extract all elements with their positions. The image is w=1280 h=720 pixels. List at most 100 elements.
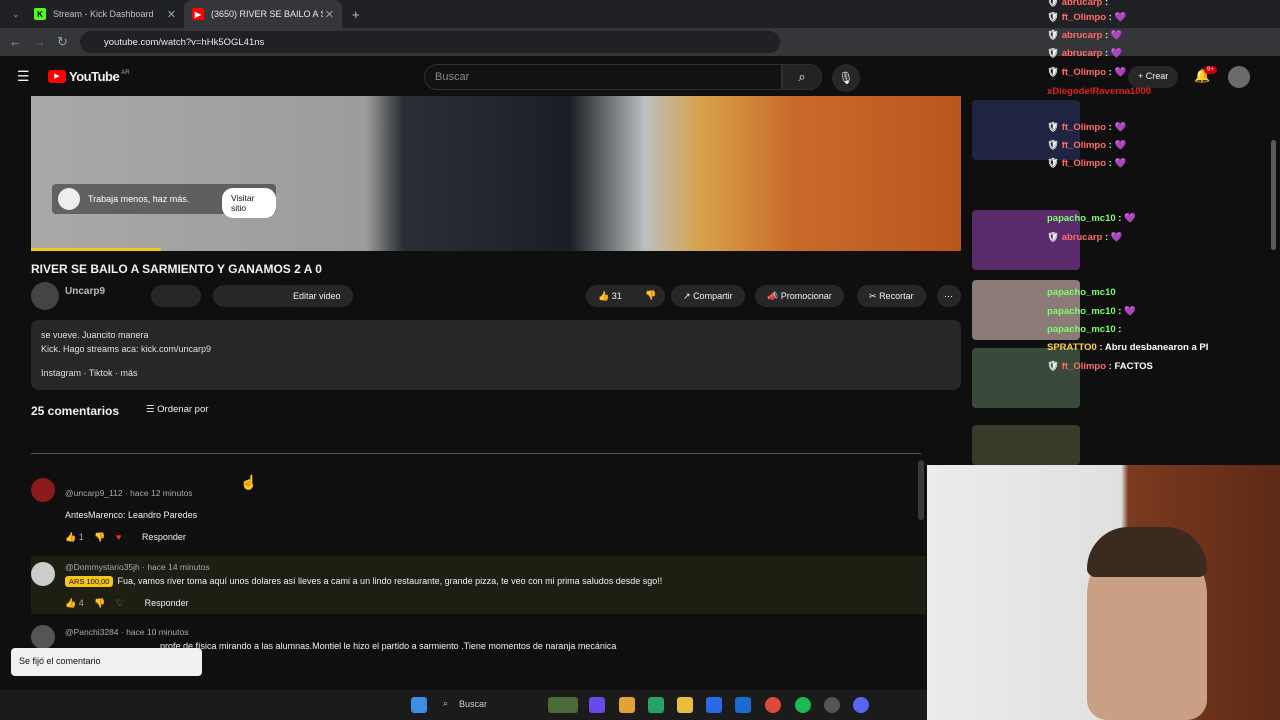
clip-button[interactable]: ✂ Recortar (857, 285, 926, 307)
super-thanks-comment: @Dommystario35jh · hace 14 minutos ARS 1… (31, 556, 926, 614)
thumbs-down-icon: 👎 (645, 290, 657, 300)
chat-message: 🛡 ft_Olimpo : 💜 (1047, 140, 1127, 151)
logo-text: YouTube (69, 69, 120, 84)
chat-username: abrucarp (1061, 48, 1103, 59)
avatar[interactable] (31, 625, 55, 649)
file-explorer-icon[interactable] (677, 697, 693, 713)
avatar[interactable] (31, 478, 55, 502)
dislike-icon[interactable]: 👎 (94, 532, 105, 542)
ad-card[interactable]: Trabaja menos, haz más. Visitar sitio (52, 184, 276, 218)
share-button[interactable]: ↗ Compartir (671, 285, 745, 307)
edit-video-button[interactable]: Editar video (281, 285, 353, 307)
sort-by-button[interactable]: ☰ Ordenar por (146, 404, 208, 415)
comments-count: 25 comentarios (31, 404, 120, 418)
forward-icon[interactable]: → (33, 34, 46, 49)
chat-username: ft_Olimpo (1061, 67, 1107, 78)
reload-icon[interactable]: ↻ (57, 34, 68, 50)
chat-username: SPRATTO0 (1047, 342, 1097, 353)
tab-label: (3650) RIVER SE BAILO A SARM (211, 9, 323, 19)
emote-icon: 💜 (1114, 122, 1127, 133)
promote-button[interactable]: 📣 Promocionar (755, 285, 844, 307)
close-icon[interactable]: ✕ (167, 8, 176, 21)
tab-list-button[interactable]: ⌄ (4, 0, 26, 28)
page-scrollbar[interactable] (1271, 140, 1276, 250)
advertiser-logo (58, 188, 80, 210)
description-line: Kick. Hago streams aca: kick.com/uncarp9 (41, 344, 212, 354)
badge-icon: 🛡 (1047, 67, 1060, 78)
spotify-icon[interactable] (795, 697, 811, 713)
super-thanks-badge: ARS 100,00 (65, 576, 114, 587)
comment-author[interactable]: @Dommystario35jh · hace 14 minutos (65, 562, 210, 572)
mic-icon: 🎙 (838, 71, 854, 85)
visit-site-button[interactable]: Visitar sitio (222, 188, 276, 218)
chat-message: papacho_mc10 (1047, 287, 1116, 298)
copilot-icon[interactable] (619, 697, 635, 713)
badge-icon: 🛡 (1047, 232, 1060, 243)
comment-author[interactable]: @Panchi3284 · hace 10 minutos (65, 627, 188, 637)
chat-username: abrucarp (1061, 232, 1103, 243)
reply-button[interactable]: Responder (145, 598, 189, 608)
windows-start-icon[interactable] (411, 697, 427, 713)
chat-text: Abru desbanearon a PI (1104, 342, 1209, 353)
search-button[interactable]: ⌕ (782, 64, 822, 90)
mic-button[interactable]: 🎙 (832, 64, 860, 92)
like-icon[interactable]: 👍 (65, 598, 76, 608)
share-label: Compartir (693, 291, 733, 301)
heart-icon[interactable]: ♡ (116, 598, 124, 608)
webcam-overlay (927, 465, 1280, 720)
tab-label: Stream - Kick Dashboard (53, 9, 154, 19)
store-icon[interactable] (706, 697, 722, 713)
tab-youtube-video[interactable]: ▶ (3650) RIVER SE BAILO A SARM ✕ (184, 0, 342, 28)
comments-scrollbar[interactable] (918, 460, 924, 520)
reply-button[interactable]: Responder (142, 532, 186, 542)
ad-progress-bar[interactable] (31, 248, 161, 251)
search-icon: ⌕ (798, 69, 806, 84)
analytics-button[interactable] (151, 285, 201, 307)
youtube-play-icon: ▶ (48, 70, 66, 83)
add-comment-input[interactable] (31, 438, 921, 454)
emote-icon: 💜 (1124, 306, 1136, 317)
description-box[interactable]: se vueve. Juancito manera Kick. Hago str… (31, 320, 961, 390)
new-tab-button[interactable]: + (344, 0, 364, 28)
dislike-button[interactable]: 👎 (637, 285, 665, 307)
comment-text: Fua, vamos river toma aquí unos dolares … (117, 576, 663, 586)
emote-icon: 💜 (1110, 48, 1123, 59)
avatar[interactable] (31, 562, 55, 586)
url-text: youtube.com/watch?v=hHk5OGL41ns (104, 37, 265, 48)
comment-author[interactable]: @uncarp9_112 · hace 12 minutos (65, 488, 193, 498)
teams-icon[interactable] (589, 697, 605, 713)
chat-message: 🛡 ft_Olimpo : FACTOS (1047, 361, 1153, 372)
comment-text: …profe de física mirando a las alumnas.M… (151, 641, 617, 651)
streamer-hair (1087, 527, 1207, 577)
close-icon[interactable]: ✕ (325, 8, 334, 21)
tab-kick-dashboard[interactable]: K Stream - Kick Dashboard ✕ (26, 0, 184, 28)
chat-username: ft_Olimpo (1061, 361, 1107, 372)
youtube-logo[interactable]: ▶ YouTube AR (48, 69, 130, 84)
menu-icon[interactable]: ☰ (17, 68, 30, 85)
badge-icon: 🛡 (1047, 140, 1060, 151)
channel-name[interactable]: Uncarp9 (65, 286, 105, 297)
emote-icon: 💜 (1124, 213, 1136, 224)
taskbar-search[interactable]: ⌕ Buscar (437, 696, 537, 714)
discord-icon[interactable] (853, 697, 869, 713)
chat-message: 🛡 abrucarp : 💜 (1047, 48, 1123, 59)
obs-icon[interactable] (824, 697, 840, 713)
sort-label: Ordenar por (157, 404, 209, 415)
search-input[interactable]: Buscar (424, 64, 782, 90)
widget-icon[interactable] (548, 697, 578, 713)
outlook-icon[interactable] (735, 697, 751, 713)
chat-message: SPRATTO0 : Abru desbanearon a PI (1047, 342, 1209, 353)
comment-actions: 👍 4 👎 ♡ Responder (65, 598, 189, 609)
more-actions-button[interactable]: ⋯ (937, 285, 961, 307)
edge-icon[interactable] (648, 697, 664, 713)
back-icon[interactable]: ← (9, 34, 22, 49)
heart-icon[interactable]: ♥ (116, 532, 121, 542)
chrome-icon[interactable] (765, 697, 781, 713)
address-field[interactable]: youtube.com/watch?v=hHk5OGL41ns (80, 31, 780, 53)
chat-message: 🛡 abrucarp : (1047, 0, 1108, 8)
channel-avatar[interactable] (31, 282, 59, 310)
dislike-icon[interactable]: 👎 (94, 598, 105, 608)
chat-message: papacho_mc10 : 💜 (1047, 306, 1136, 317)
like-icon[interactable]: 👍 (65, 532, 76, 542)
video-player[interactable]: Trabaja menos, haz más. Visitar sitio (31, 96, 961, 251)
